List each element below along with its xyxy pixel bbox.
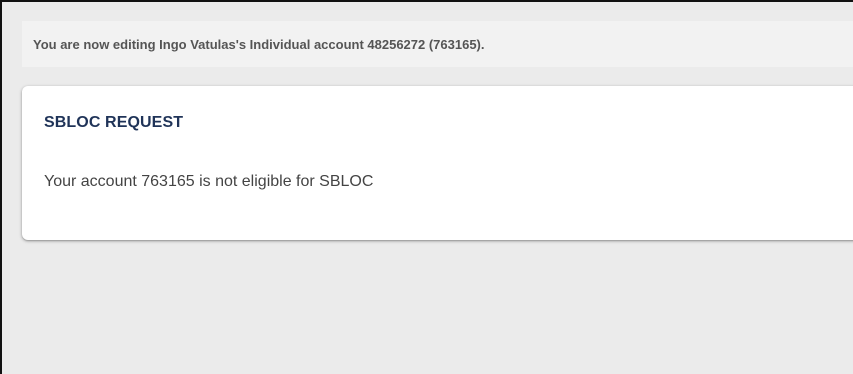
editing-notice-text: You are now editing Ingo Vatulas's Indiv… (33, 36, 485, 52)
eligibility-message: Your account 763165 is not eligible for … (44, 173, 374, 190)
editing-notice-bar: You are now editing Ingo Vatulas's Indiv… (22, 21, 853, 67)
sbloc-request-card: SBLOC REQUEST Your account 763165 is not… (22, 86, 853, 240)
card-title: SBLOC REQUEST (44, 114, 184, 131)
app-frame: You are now editing Ingo Vatulas's Indiv… (0, 0, 853, 374)
